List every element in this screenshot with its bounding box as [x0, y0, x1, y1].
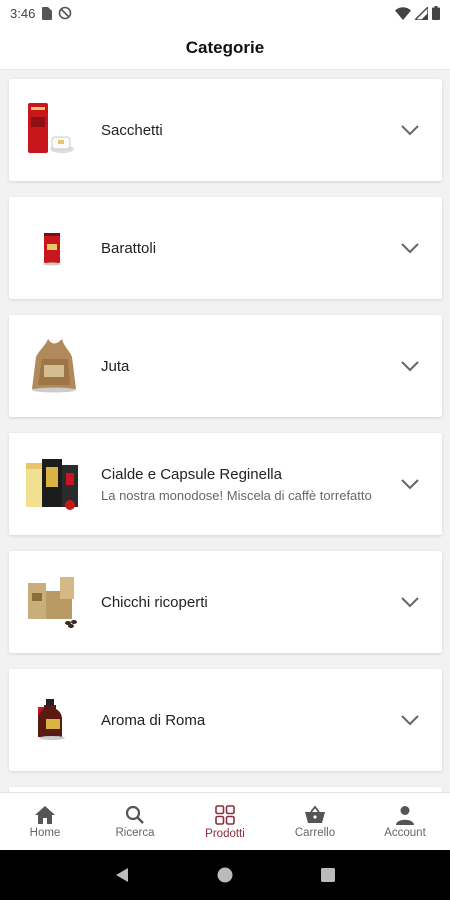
- status-bar: 3:46: [0, 0, 450, 26]
- person-icon: [396, 805, 414, 825]
- chevron-down-icon[interactable]: [392, 596, 428, 608]
- category-list[interactable]: Sacchetti Barattoli Juta Cialde e Capsul…: [0, 70, 450, 792]
- jute-sack-icon: [22, 335, 84, 397]
- recents-icon[interactable]: [320, 867, 336, 883]
- bottom-nav: Home Ricerca Prodotti Carrello Account: [0, 792, 450, 850]
- category-card-cialde-capsule[interactable]: Cialde e Capsule Reginella La nostra mon…: [9, 433, 442, 535]
- red-coffee-bag-icon: [22, 99, 84, 161]
- home-circle-icon[interactable]: [217, 867, 233, 883]
- wifi-icon: [395, 6, 411, 20]
- nav-home[interactable]: Home: [0, 793, 90, 850]
- status-time: 3:46: [10, 5, 36, 21]
- red-coffee-can-icon: [22, 217, 84, 279]
- home-icon: [35, 805, 55, 824]
- search-icon: [125, 805, 144, 824]
- data-saver-icon: [59, 6, 72, 20]
- app-header: Categorie: [0, 26, 450, 70]
- sim-card-icon: [42, 6, 53, 20]
- category-name: Chicchi ricoperti: [101, 593, 208, 611]
- category-name: Aroma di Roma: [101, 711, 206, 729]
- category-description: La nostra monodose! Miscela di caffè tor…: [101, 487, 372, 503]
- covered-beans-box-icon: [22, 571, 84, 633]
- nav-products-label: Prodotti: [205, 827, 245, 840]
- category-card-barattoli[interactable]: Barattoli: [9, 197, 442, 299]
- nav-home-label: Home: [29, 826, 61, 839]
- chevron-down-icon[interactable]: [392, 124, 428, 136]
- basket-icon: [305, 805, 325, 823]
- chevron-down-icon[interactable]: [392, 360, 428, 372]
- chevron-down-icon[interactable]: [392, 714, 428, 726]
- nav-account[interactable]: Account: [360, 793, 450, 850]
- category-name: Sacchetti: [101, 121, 163, 139]
- grid-icon: [215, 804, 235, 825]
- liqueur-bottle-icon: [22, 689, 84, 751]
- chevron-down-icon[interactable]: [392, 242, 428, 254]
- chevron-down-icon[interactable]: [392, 478, 428, 490]
- category-card-juta[interactable]: Juta: [9, 315, 442, 417]
- system-nav-bar: [0, 850, 450, 900]
- category-card-sacchetti[interactable]: Sacchetti: [9, 79, 442, 181]
- nav-cart[interactable]: Carrello: [270, 793, 360, 850]
- nav-products[interactable]: Prodotti: [180, 793, 270, 850]
- nav-cart-label: Carrello: [294, 826, 336, 839]
- category-name: Cialde e Capsule Reginella: [101, 465, 282, 483]
- coffee-pods-box-icon: [22, 453, 84, 515]
- category-card-aroma-di-roma[interactable]: Aroma di Roma: [9, 669, 442, 771]
- cell-signal-icon: [415, 6, 428, 20]
- nav-account-label: Account: [384, 826, 426, 839]
- category-name: Barattoli: [101, 239, 157, 257]
- nav-search[interactable]: Ricerca: [90, 793, 180, 850]
- nav-search-label: Ricerca: [115, 826, 155, 839]
- category-card-chicchi-ricoperti[interactable]: Chicchi ricoperti: [9, 551, 442, 653]
- battery-icon: [432, 6, 440, 20]
- back-icon[interactable]: [114, 867, 130, 883]
- page-title: Categorie: [185, 37, 265, 57]
- category-name: Juta: [101, 357, 130, 375]
